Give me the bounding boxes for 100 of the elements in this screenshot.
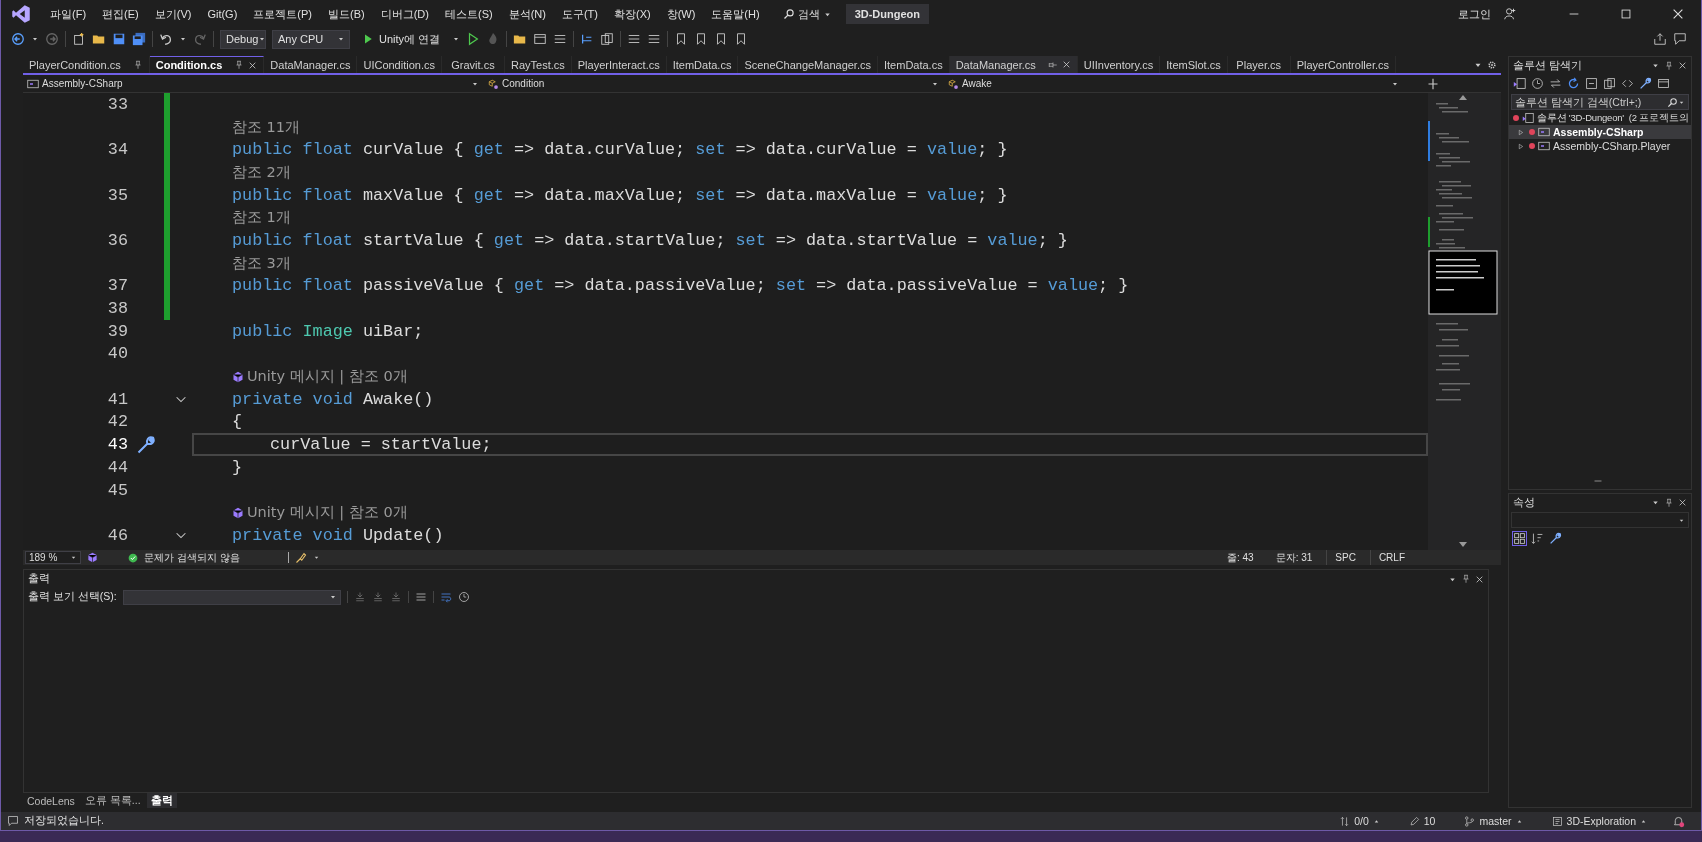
solution-switch-icon[interactable] <box>1513 77 1526 90</box>
play-outline-icon[interactable] <box>466 32 481 46</box>
caret-icon[interactable] <box>31 35 39 43</box>
close-icon[interactable] <box>1678 61 1687 70</box>
close-icon[interactable] <box>1061 60 1071 69</box>
categorized-icon[interactable] <box>1513 532 1526 545</box>
caret-icon[interactable] <box>452 35 461 43</box>
feedback-icon[interactable] <box>1673 32 1687 46</box>
preview-icon[interactable] <box>1657 77 1670 90</box>
document-tab[interactable]: DataManager.cs <box>949 56 1078 73</box>
caret-icon[interactable] <box>312 554 320 561</box>
document-tab[interactable]: ItemData.cs <box>666 56 739 73</box>
menu-item[interactable]: 편집(E) <box>95 3 146 25</box>
wrench-icon[interactable] <box>1639 77 1652 90</box>
new-item-icon[interactable] <box>72 32 86 46</box>
document-tab[interactable]: ItemData.cs <box>878 56 950 73</box>
expand-chevron-icon[interactable] <box>1517 141 1526 151</box>
pin-icon[interactable] <box>1664 497 1674 508</box>
document-tab[interactable]: Gravit.cs <box>442 56 505 73</box>
menu-item[interactable]: 테스트(S) <box>437 3 500 25</box>
line-ending-indicator[interactable]: CRLF <box>1369 550 1413 565</box>
caret-icon[interactable] <box>179 35 187 43</box>
menu-item[interactable]: 디버그(D) <box>373 3 436 25</box>
menu-item[interactable]: Git(G) <box>200 5 245 23</box>
tree-item[interactable]: Assembly-CSharp <box>1509 125 1691 139</box>
caret-icon[interactable] <box>1651 61 1660 70</box>
settings-icon[interactable] <box>1487 59 1497 70</box>
screwdriver-icon[interactable] <box>136 434 156 455</box>
codelens-text[interactable]: Unity 메시지 | 참조 0개 <box>247 503 408 523</box>
menu-item[interactable]: 보기(V) <box>147 3 199 25</box>
menu-item[interactable]: 도움말(H) <box>704 3 767 25</box>
account-icon[interactable] <box>1503 7 1517 21</box>
codelens-text[interactable]: Unity 메시지 | 참조 0개 <box>247 367 408 387</box>
expand-chevron-icon[interactable] <box>1517 127 1526 137</box>
alphabetical-icon[interactable] <box>1531 532 1544 545</box>
changes-button[interactable]: 0/0 <box>1333 814 1386 828</box>
document-tab[interactable]: ItemSlot.cs <box>1160 56 1228 73</box>
refresh-icon[interactable] <box>1567 77 1580 90</box>
edits-button[interactable]: 10 <box>1402 814 1442 828</box>
codelens-text[interactable]: 참조 3개 <box>232 253 291 273</box>
search-field[interactable]: 솔루션 탐색기 검색(Ctrl+;) <box>1511 94 1689 110</box>
pin-icon[interactable] <box>1461 574 1471 584</box>
copy-icon[interactable] <box>1603 77 1616 90</box>
redo-icon[interactable] <box>193 32 207 46</box>
clock-icon[interactable] <box>457 591 470 603</box>
save-all-icon[interactable] <box>132 32 146 46</box>
panel-tab[interactable]: 출력 <box>146 793 177 808</box>
zoom-dropdown[interactable]: 189 % <box>25 551 81 564</box>
code-icon[interactable] <box>1621 77 1634 90</box>
search-button[interactable]: 검색 <box>776 3 838 25</box>
close-icon[interactable] <box>1475 574 1484 584</box>
close-icon[interactable] <box>1671 7 1685 21</box>
brush-icon[interactable] <box>294 551 307 564</box>
menu-item[interactable]: 빌드(B) <box>321 3 372 25</box>
share-icon[interactable] <box>1653 32 1667 46</box>
message-icon[interactable] <box>7 815 19 827</box>
window-icon[interactable] <box>533 32 548 46</box>
menu-item[interactable]: 분석(N) <box>501 3 553 25</box>
platform-dropdown[interactable]: Any CPU <box>272 29 350 49</box>
word-wrap-icon[interactable] <box>439 591 452 603</box>
document-tab[interactable]: Condition.cs <box>149 56 265 73</box>
notification-icon[interactable] <box>1672 814 1685 828</box>
whitespace-indicator[interactable]: SPC <box>1326 550 1364 565</box>
column-indicator[interactable]: 문자: 31 <box>1267 550 1321 565</box>
pin-icon[interactable] <box>1664 60 1674 71</box>
repository-button[interactable]: 3D-Exploration <box>1545 814 1653 828</box>
document-tab[interactable]: PlayerInteract.cs <box>571 56 667 73</box>
sync-icon[interactable] <box>1549 77 1562 90</box>
tree-item[interactable]: 솔루션 '3D-Dungeon' (2 프로젝트의 <box>1509 111 1695 125</box>
branch-button[interactable]: master <box>1458 814 1529 828</box>
clock-icon[interactable] <box>1531 77 1544 90</box>
split-icon[interactable] <box>1427 77 1439 90</box>
tree-item[interactable]: Assembly-CSharp.Player <box>1509 139 1691 153</box>
menu-item[interactable]: 창(W) <box>659 3 703 25</box>
maximize-icon[interactable] <box>1619 7 1633 21</box>
columns-icon[interactable] <box>600 32 615 46</box>
codelens-text[interactable]: 참조 2개 <box>232 162 291 182</box>
document-tab[interactable]: PlayerController.cs <box>1290 56 1396 73</box>
menu-item[interactable]: 파일(F) <box>43 3 94 25</box>
configuration-dropdown[interactable]: Debug <box>220 29 266 49</box>
issues-status[interactable]: 문제가 검색되지 않음 <box>144 550 240 565</box>
document-tab[interactable]: UIInventory.cs <box>1077 56 1161 73</box>
document-tab[interactable]: UICondition.cs <box>357 56 442 73</box>
document-tab[interactable]: RayTest.cs <box>505 56 572 73</box>
undo-icon[interactable] <box>159 32 173 46</box>
menu-item[interactable]: 프로젝트(P) <box>246 3 319 25</box>
caret-icon[interactable] <box>1651 498 1660 507</box>
pin-icon[interactable] <box>234 60 245 70</box>
sign-in-button[interactable]: 로그인 <box>1452 5 1497 23</box>
menu-item[interactable]: 확장(X) <box>606 3 658 25</box>
close-icon[interactable] <box>1678 498 1687 507</box>
document-tab[interactable]: PlayerCondition.cs <box>23 56 150 73</box>
document-tab[interactable]: DataManager.cs <box>264 56 358 73</box>
run-button[interactable]: Unity에 연결 <box>356 30 447 48</box>
document-tab[interactable]: SceneChangeManager.cs <box>738 56 878 73</box>
close-icon[interactable] <box>248 60 258 70</box>
document-tab[interactable]: Player.cs <box>1227 56 1291 73</box>
collapse-all-icon[interactable] <box>1585 77 1598 90</box>
line-indicator[interactable]: 줄: 43 <box>1218 550 1262 565</box>
save-icon[interactable] <box>112 32 126 46</box>
